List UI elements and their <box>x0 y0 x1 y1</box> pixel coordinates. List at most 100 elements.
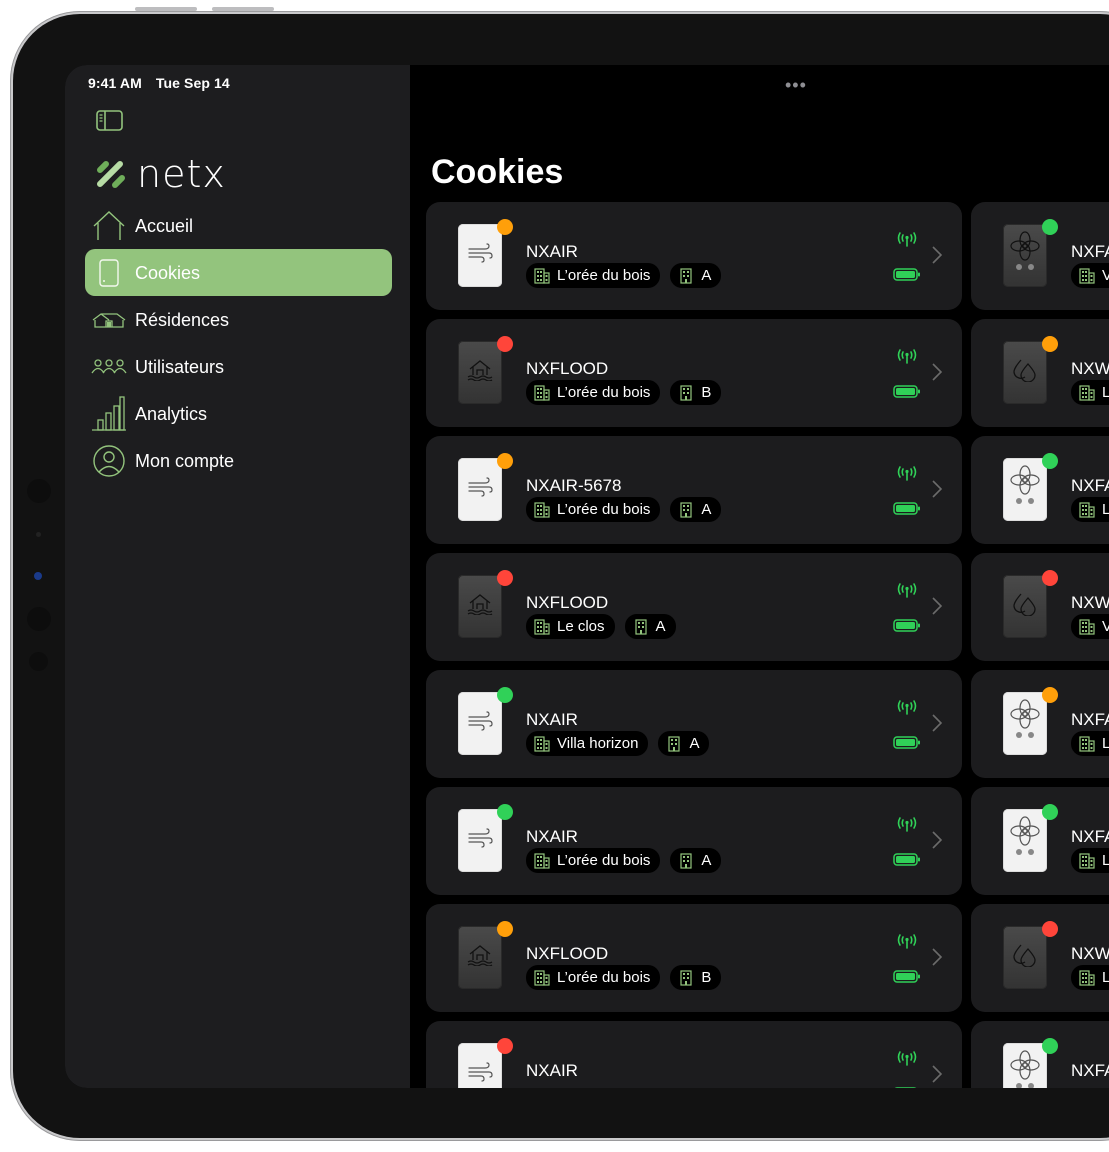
main-content: ••• Cookies NXAIR L’orée du bois A NXFLO… <box>410 65 1109 1088</box>
building-icon <box>1079 384 1095 401</box>
building-chip: A <box>670 848 722 873</box>
building-name: A <box>701 267 712 284</box>
device-name: NXAIR-5678 <box>526 476 622 495</box>
status-dot-warning <box>497 453 513 469</box>
residence-chip: L <box>1071 497 1109 522</box>
cookie-card[interactable]: NXAIR L’orée du bois A <box>426 202 962 310</box>
chevron-right-icon <box>932 714 943 732</box>
status-time: 9:41 AM <box>88 75 142 91</box>
card-tags: Le clos A <box>526 614 676 639</box>
residence-chip: L <box>1071 965 1109 990</box>
status-dot-error <box>1042 921 1058 937</box>
card-tags: Villa horizon A <box>526 731 710 756</box>
building-icon <box>534 852 550 869</box>
residence-chip: L <box>1071 848 1109 873</box>
cookie-card[interactable]: NXFA L <box>971 787 1109 895</box>
device-name: NXAIR <box>526 827 578 846</box>
water-icon <box>1012 943 1038 972</box>
card-tags: L <box>1071 965 1109 990</box>
status-dot-warning <box>1042 336 1058 352</box>
residence-name: L’orée du bois <box>557 969 651 986</box>
residence-chip: L’orée du bois <box>526 263 661 288</box>
device-name: NXW <box>1071 359 1109 378</box>
water-device-image <box>1003 926 1047 989</box>
building-icon <box>534 501 550 518</box>
building-name: B <box>701 969 712 986</box>
building-name: B <box>701 384 712 401</box>
users-icon <box>91 349 127 385</box>
building-chip: B <box>670 380 722 405</box>
cookie-card[interactable]: NXFLOOD L’orée du bois B <box>426 904 962 1012</box>
device-name: NXFLOOD <box>526 944 609 963</box>
sidebar-item-cookies[interactable]: Cookies <box>85 249 392 296</box>
battery-icon <box>893 970 920 983</box>
sidebar-item-utilisateurs[interactable]: Utilisateurs <box>85 343 392 390</box>
device-name: NXFLOOD <box>526 359 609 378</box>
device-name: NXAIR <box>526 710 578 729</box>
card-tags: L <box>1071 497 1109 522</box>
card-tags: L <box>1071 848 1109 873</box>
status-dot-warning <box>1042 687 1058 703</box>
sidebar-item-mon-compte[interactable]: Mon compte <box>85 437 392 484</box>
device-name: NXW <box>1071 944 1109 963</box>
cookie-card[interactable]: NXFA V <box>971 202 1109 310</box>
sidebar-toggle-button[interactable] <box>96 110 123 131</box>
cookie-card[interactable]: NXFA <box>971 1021 1109 1088</box>
cookie-card[interactable]: NXFA L <box>971 436 1109 544</box>
residence-name: L’orée du bois <box>557 501 651 518</box>
sidebar-item-accueil[interactable]: Accueil <box>85 202 392 249</box>
building-chip: A <box>670 497 722 522</box>
flood-device-image <box>458 926 502 989</box>
cookie-card[interactable]: NXAIR Villa horizon A <box>426 670 962 778</box>
sensor <box>27 607 51 631</box>
cookie-card[interactable]: NXFA L <box>971 670 1109 778</box>
residence-name: L’orée du bois <box>557 267 651 284</box>
cookie-card[interactable]: NXFLOOD L’orée du bois B <box>426 319 962 427</box>
residence-name: L <box>1102 735 1109 752</box>
building-name: A <box>689 735 700 752</box>
chevron-right-icon <box>932 948 943 966</box>
device-name: NXAIR <box>526 242 578 261</box>
cookie-card[interactable]: NXFLOOD Le clos A <box>426 553 962 661</box>
floor-icon <box>680 384 693 401</box>
building-icon <box>534 618 550 635</box>
residence-name: L <box>1102 969 1109 986</box>
status-dot-error <box>1042 570 1058 586</box>
card-tags: L’orée du bois A <box>526 848 722 873</box>
card-tags: L <box>1071 731 1109 756</box>
sidebar-item-label: Accueil <box>135 215 194 236</box>
fan-icon <box>1010 465 1040 514</box>
fan-device-image <box>1003 224 1047 287</box>
residence-name: L <box>1102 852 1109 869</box>
residence-name: V <box>1102 267 1109 284</box>
cookie-card[interactable]: NXAIR L’orée du bois A <box>426 787 962 895</box>
battery-icon <box>893 385 920 398</box>
cookie-card[interactable]: NXW L’ <box>971 319 1109 427</box>
sidebar-item-label: Analytics <box>135 403 208 424</box>
device-icon <box>91 255 127 291</box>
fan-icon <box>1010 1050 1040 1088</box>
cookie-card[interactable]: NXW L <box>971 904 1109 1012</box>
sidebar-item-residences[interactable]: Résidences <box>85 296 392 343</box>
cookie-card[interactable]: NXW V <box>971 553 1109 661</box>
fan-device-image <box>1003 1043 1047 1088</box>
battery-icon <box>893 502 920 515</box>
status-dot-ok <box>1042 453 1058 469</box>
chevron-right-icon <box>932 480 943 498</box>
cookie-card[interactable]: NXAIR <box>426 1021 962 1088</box>
volume-down-button <box>212 7 274 11</box>
front-camera <box>34 572 42 580</box>
residence-chip: L’orée du bois <box>526 497 661 522</box>
signal-icon <box>897 232 917 247</box>
device-name: NXFLOOD <box>526 593 609 612</box>
sidebar-item-label: Mon compte <box>135 450 235 471</box>
sidebar-item-analytics[interactable]: Analytics <box>85 390 392 437</box>
building-icon <box>1079 618 1095 635</box>
battery-icon <box>893 853 920 866</box>
fan-icon <box>1010 231 1040 280</box>
card-tags: L’orée du bois A <box>526 497 722 522</box>
account-icon <box>91 443 127 479</box>
residence-name: Le clos <box>557 618 605 635</box>
multitasking-more-icon[interactable]: ••• <box>785 75 807 96</box>
cookie-card[interactable]: NXAIR-5678 L’orée du bois A <box>426 436 962 544</box>
